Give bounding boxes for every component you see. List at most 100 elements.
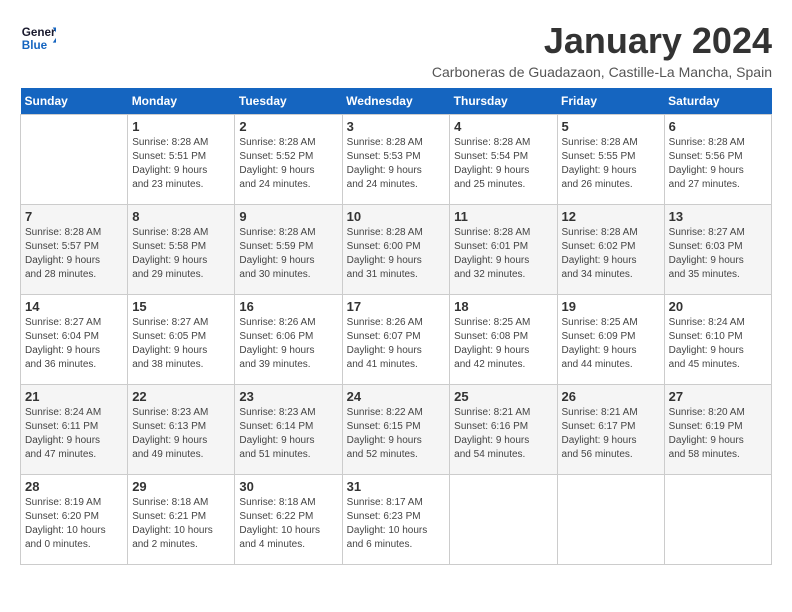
day-info: Sunrise: 8:24 AM Sunset: 6:11 PM Dayligh… <box>25 406 123 462</box>
calendar-week-row: 28 Sunrise: 8:19 AM Sunset: 6:20 PM Dayli… <box>21 475 772 565</box>
logo: General Blue <box>20 20 56 56</box>
calendar-cell: 3 Sunrise: 8:28 AM Sunset: 5:53 PM Daylig… <box>342 115 450 205</box>
calendar-cell: 27 Sunrise: 8:20 AM Sunset: 6:19 PM Dayli… <box>664 385 771 475</box>
day-info: Sunrise: 8:20 AM Sunset: 6:19 PM Dayligh… <box>669 406 767 462</box>
calendar-cell: 30Sunrise: 8:18 AM Sunset: 6:22 PM Dayli… <box>235 475 342 565</box>
day-number: 6 <box>669 119 767 134</box>
day-info: Sunrise: 8:28 AM Sunset: 5:54 PM Dayligh… <box>454 136 552 192</box>
calendar-cell: 14 Sunrise: 8:27 AM Sunset: 6:04 PM Dayli… <box>21 295 128 385</box>
calendar-cell: 21 Sunrise: 8:24 AM Sunset: 6:11 PM Dayli… <box>21 385 128 475</box>
day-number: 22 <box>132 389 230 404</box>
month-title: January 2024 <box>432 20 772 62</box>
calendar-cell: 17Sunrise: 8:26 AM Sunset: 6:07 PM Dayli… <box>342 295 450 385</box>
day-number: 21 <box>25 389 123 404</box>
day-number: 24 <box>347 389 446 404</box>
calendar-cell: 11 Sunrise: 8:28 AM Sunset: 6:01 PM Dayli… <box>450 205 557 295</box>
svg-text:General: General <box>22 26 56 39</box>
calendar-cell: 31 Sunrise: 8:17 AM Sunset: 6:23 PM Dayli… <box>342 475 450 565</box>
calendar-cell: 6Sunrise: 8:28 AM Sunset: 5:56 PM Daylig… <box>664 115 771 205</box>
location-subtitle: Carboneras de Guadazaon, Castille-La Man… <box>432 64 772 80</box>
calendar-cell: 19Sunrise: 8:25 AM Sunset: 6:09 PM Dayli… <box>557 295 664 385</box>
day-header-wednesday: Wednesday <box>342 88 450 115</box>
day-number: 8 <box>132 209 230 224</box>
day-number: 3 <box>347 119 446 134</box>
calendar-week-row: 7Sunrise: 8:28 AM Sunset: 5:57 PM Daylig… <box>21 205 772 295</box>
calendar-cell: 7Sunrise: 8:28 AM Sunset: 5:57 PM Daylig… <box>21 205 128 295</box>
calendar-cell: 13Sunrise: 8:27 AM Sunset: 6:03 PM Dayli… <box>664 205 771 295</box>
day-info: Sunrise: 8:21 AM Sunset: 6:17 PM Dayligh… <box>562 406 660 462</box>
day-number: 28 <box>25 479 123 494</box>
day-info: Sunrise: 8:28 AM Sunset: 6:00 PM Dayligh… <box>347 226 446 282</box>
calendar-cell: 12 Sunrise: 8:28 AM Sunset: 6:02 PM Dayli… <box>557 205 664 295</box>
day-number: 23 <box>239 389 337 404</box>
day-number: 9 <box>239 209 337 224</box>
calendar-cell: 15 Sunrise: 8:27 AM Sunset: 6:05 PM Dayli… <box>128 295 235 385</box>
calendar-cell: 23 Sunrise: 8:23 AM Sunset: 6:14 PM Dayli… <box>235 385 342 475</box>
calendar-cell: 1 Sunrise: 8:28 AM Sunset: 5:51 PM Daylig… <box>128 115 235 205</box>
day-number: 16 <box>239 299 337 314</box>
day-info: Sunrise: 8:23 AM Sunset: 6:14 PM Dayligh… <box>239 406 337 462</box>
day-info: Sunrise: 8:25 AM Sunset: 6:09 PM Dayligh… <box>562 316 660 372</box>
day-number: 18 <box>454 299 552 314</box>
calendar-cell: 10 Sunrise: 8:28 AM Sunset: 6:00 PM Dayli… <box>342 205 450 295</box>
calendar-cell: 29Sunrise: 8:18 AM Sunset: 6:21 PM Dayli… <box>128 475 235 565</box>
day-number: 25 <box>454 389 552 404</box>
day-number: 5 <box>562 119 660 134</box>
calendar-cell: 26 Sunrise: 8:21 AM Sunset: 6:17 PM Dayli… <box>557 385 664 475</box>
day-number: 27 <box>669 389 767 404</box>
day-number: 31 <box>347 479 446 494</box>
calendar-cell: 18 Sunrise: 8:25 AM Sunset: 6:08 PM Dayli… <box>450 295 557 385</box>
day-info: Sunrise: 8:28 AM Sunset: 5:57 PM Dayligh… <box>25 226 123 282</box>
day-info: Sunrise: 8:28 AM Sunset: 5:53 PM Dayligh… <box>347 136 446 192</box>
day-info: Sunrise: 8:24 AM Sunset: 6:10 PM Dayligh… <box>669 316 767 372</box>
day-info: Sunrise: 8:28 AM Sunset: 6:02 PM Dayligh… <box>562 226 660 282</box>
day-number: 11 <box>454 209 552 224</box>
day-info: Sunrise: 8:28 AM Sunset: 5:52 PM Dayligh… <box>239 136 337 192</box>
calendar-cell: 20 Sunrise: 8:24 AM Sunset: 6:10 PM Dayli… <box>664 295 771 385</box>
day-number: 2 <box>239 119 337 134</box>
day-info: Sunrise: 8:18 AM Sunset: 6:22 PM Dayligh… <box>239 496 337 552</box>
day-number: 12 <box>562 209 660 224</box>
day-info: Sunrise: 8:28 AM Sunset: 5:51 PM Dayligh… <box>132 136 230 192</box>
calendar-cell: 2 Sunrise: 8:28 AM Sunset: 5:52 PM Daylig… <box>235 115 342 205</box>
calendar-body: 1 Sunrise: 8:28 AM Sunset: 5:51 PM Daylig… <box>21 115 772 565</box>
day-info: Sunrise: 8:28 AM Sunset: 5:59 PM Dayligh… <box>239 226 337 282</box>
day-info: Sunrise: 8:19 AM Sunset: 6:20 PM Dayligh… <box>25 496 123 552</box>
day-header-thursday: Thursday <box>450 88 557 115</box>
day-number: 10 <box>347 209 446 224</box>
day-number: 29 <box>132 479 230 494</box>
day-number: 1 <box>132 119 230 134</box>
page-header: General Blue January 2024 Carboneras de … <box>20 20 772 80</box>
day-number: 14 <box>25 299 123 314</box>
calendar-cell: 16 Sunrise: 8:26 AM Sunset: 6:06 PM Dayli… <box>235 295 342 385</box>
calendar-cell: 8Sunrise: 8:28 AM Sunset: 5:58 PM Daylig… <box>128 205 235 295</box>
day-info: Sunrise: 8:21 AM Sunset: 6:16 PM Dayligh… <box>454 406 552 462</box>
calendar-cell <box>557 475 664 565</box>
day-number: 26 <box>562 389 660 404</box>
calendar-cell: 25 Sunrise: 8:21 AM Sunset: 6:16 PM Dayli… <box>450 385 557 475</box>
day-number: 20 <box>669 299 767 314</box>
day-info: Sunrise: 8:22 AM Sunset: 6:15 PM Dayligh… <box>347 406 446 462</box>
day-info: Sunrise: 8:28 AM Sunset: 5:55 PM Dayligh… <box>562 136 660 192</box>
day-info: Sunrise: 8:23 AM Sunset: 6:13 PM Dayligh… <box>132 406 230 462</box>
day-info: Sunrise: 8:27 AM Sunset: 6:04 PM Dayligh… <box>25 316 123 372</box>
calendar-cell: 28 Sunrise: 8:19 AM Sunset: 6:20 PM Dayli… <box>21 475 128 565</box>
day-info: Sunrise: 8:26 AM Sunset: 6:07 PM Dayligh… <box>347 316 446 372</box>
day-info: Sunrise: 8:17 AM Sunset: 6:23 PM Dayligh… <box>347 496 446 552</box>
calendar-week-row: 14 Sunrise: 8:27 AM Sunset: 6:04 PM Dayli… <box>21 295 772 385</box>
day-header-saturday: Saturday <box>664 88 771 115</box>
calendar-header-row: SundayMondayTuesdayWednesdayThursdayFrid… <box>21 88 772 115</box>
day-number: 15 <box>132 299 230 314</box>
day-info: Sunrise: 8:26 AM Sunset: 6:06 PM Dayligh… <box>239 316 337 372</box>
day-header-monday: Monday <box>128 88 235 115</box>
calendar-table: SundayMondayTuesdayWednesdayThursdayFrid… <box>20 88 772 565</box>
calendar-cell: 4Sunrise: 8:28 AM Sunset: 5:54 PM Daylig… <box>450 115 557 205</box>
calendar-cell: 5 Sunrise: 8:28 AM Sunset: 5:55 PM Daylig… <box>557 115 664 205</box>
svg-text:Blue: Blue <box>22 39 48 52</box>
day-header-friday: Friday <box>557 88 664 115</box>
day-number: 13 <box>669 209 767 224</box>
day-info: Sunrise: 8:25 AM Sunset: 6:08 PM Dayligh… <box>454 316 552 372</box>
day-info: Sunrise: 8:28 AM Sunset: 6:01 PM Dayligh… <box>454 226 552 282</box>
calendar-cell <box>664 475 771 565</box>
day-info: Sunrise: 8:27 AM Sunset: 6:05 PM Dayligh… <box>132 316 230 372</box>
